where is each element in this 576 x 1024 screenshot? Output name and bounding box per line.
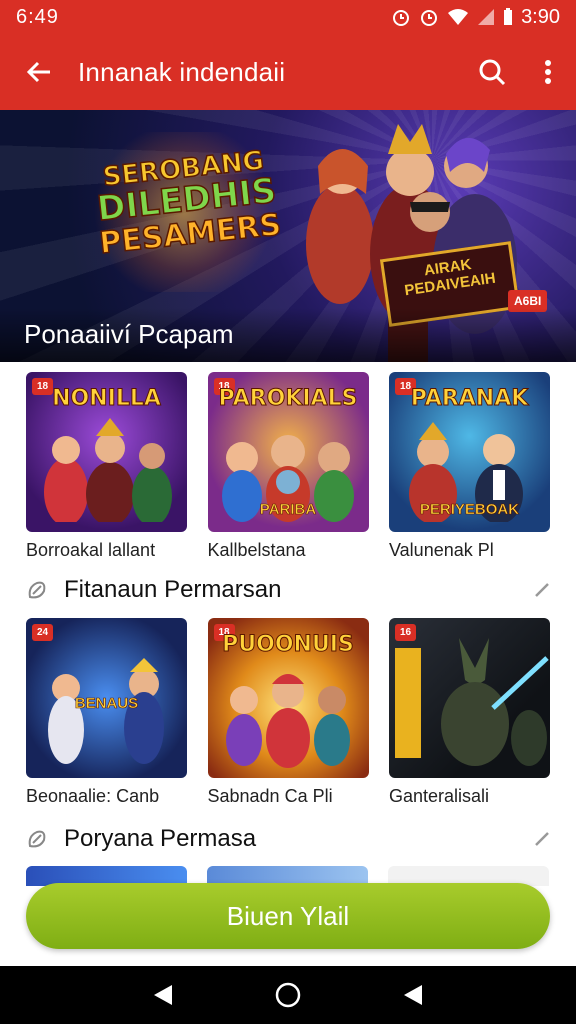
app-bar: Innanak indendaii (0, 34, 576, 110)
hero-logo: SEROBANG DILEDHIS PESAMERS (88, 145, 287, 262)
section-header-1[interactable]: Fitanaun Permarsan (26, 570, 550, 610)
game-thumbnail: 18 NONILLA (26, 372, 187, 532)
hero-banner[interactable]: SEROBANG DILEDHIS PESAMERS AIRAK PEDAIVE… (0, 110, 576, 362)
nav-recents-icon (404, 985, 423, 1005)
game-logo: NONILLA (52, 386, 162, 412)
game-card[interactable]: 24 BENAUS Beonaalie: Canb (26, 618, 187, 807)
game-art (48, 658, 164, 764)
game-title: Valunenak Pl (389, 540, 494, 560)
battery-icon (504, 8, 513, 25)
game-card[interactable]: 16 Ganteralisali (389, 618, 550, 807)
more-options-button[interactable] (520, 34, 576, 110)
game-thumbnail: 18 PUOONUIS (207, 618, 369, 778)
search-icon (479, 59, 506, 86)
game-title: Kallbelstana (207, 540, 306, 560)
search-button[interactable] (464, 34, 520, 110)
primary-cta-button[interactable]: Biuen Ylail (26, 883, 550, 949)
game-logo: PARANAK (410, 386, 529, 412)
section-icon (26, 828, 52, 850)
back-button[interactable] (0, 34, 78, 110)
game-subtitle: PARIBA (259, 501, 317, 519)
status-bar: 6:49 3:90 (0, 0, 576, 34)
game-thumbnail: 18 PARANAK PERIYEBOAK (389, 372, 550, 532)
nav-home-icon (275, 982, 301, 1008)
game-card[interactable]: 18 PAROKIALS PARIBA Kallbelstana (207, 372, 369, 561)
alarm-icon (393, 10, 410, 26)
age-tag: 16 (395, 624, 417, 641)
game-thumbnail: 24 BENAUS (26, 618, 187, 778)
game-art (395, 638, 549, 766)
nav-back-icon (153, 985, 172, 1005)
game-title: Borroakal lallant (26, 540, 156, 560)
nav-home-button[interactable] (268, 975, 308, 1015)
hero-caption: Ponaaiiví Pcapam (24, 319, 234, 349)
signal-icon (478, 9, 495, 25)
game-card[interactable]: 18 NONILLA Borroakal lallant (26, 372, 187, 561)
game-card[interactable]: 18 PUOONUIS Sabnadn Ca Pli (207, 618, 369, 807)
game-title: Ganteralisali (389, 786, 490, 806)
game-logo: PAROKIALS (218, 386, 358, 412)
game-row-2: 24 BENAUS Beonaalie: Canb 18 PUOONUIS Sa… (26, 618, 550, 807)
age-tag: 24 (32, 624, 54, 641)
game-art (225, 674, 350, 768)
alarm-icon-2 (421, 10, 438, 26)
section-icon (26, 579, 52, 601)
game-row-1: 18 NONILLA Borroakal lallant 18 PAROKIAL… (26, 372, 550, 561)
nav-recents-button[interactable] (393, 975, 433, 1015)
pencil-icon (535, 583, 549, 597)
game-subtitle: PERIYEBOAK (419, 501, 520, 519)
pencil-icon (535, 832, 549, 846)
back-arrow-icon (26, 61, 50, 83)
section-more-button[interactable] (528, 582, 550, 598)
game-logo: PUOONUIS (222, 632, 355, 658)
game-art (44, 418, 172, 522)
system-nav-bar (0, 966, 576, 1024)
game-title: Beonaalie: Canb (26, 786, 160, 806)
game-thumbnail: 18 PAROKIALS PARIBA (207, 372, 369, 532)
section-title: Poryana Permasa (64, 825, 257, 852)
status-time: 6:49 (16, 5, 59, 28)
app-title: Innanak indendaii (78, 56, 286, 87)
wifi-icon (448, 9, 469, 25)
game-title: Sabnadn Ca Pli (207, 786, 333, 806)
game-subtitle: BENAUS (74, 695, 139, 713)
battery-text: 3:90 (521, 5, 560, 28)
nav-back-button[interactable] (143, 975, 183, 1015)
game-card[interactable]: 18 PARANAK PERIYEBOAK Valunenak Pl (389, 372, 550, 561)
status-icons: 3:90 (391, 6, 560, 29)
section-more-button[interactable] (528, 831, 550, 847)
game-thumbnail: 16 (389, 618, 550, 778)
section-title: Fitanaun Permarsan (64, 576, 282, 603)
more-vert-icon (545, 60, 551, 84)
section-header-2[interactable]: Poryana Permasa (26, 819, 550, 859)
